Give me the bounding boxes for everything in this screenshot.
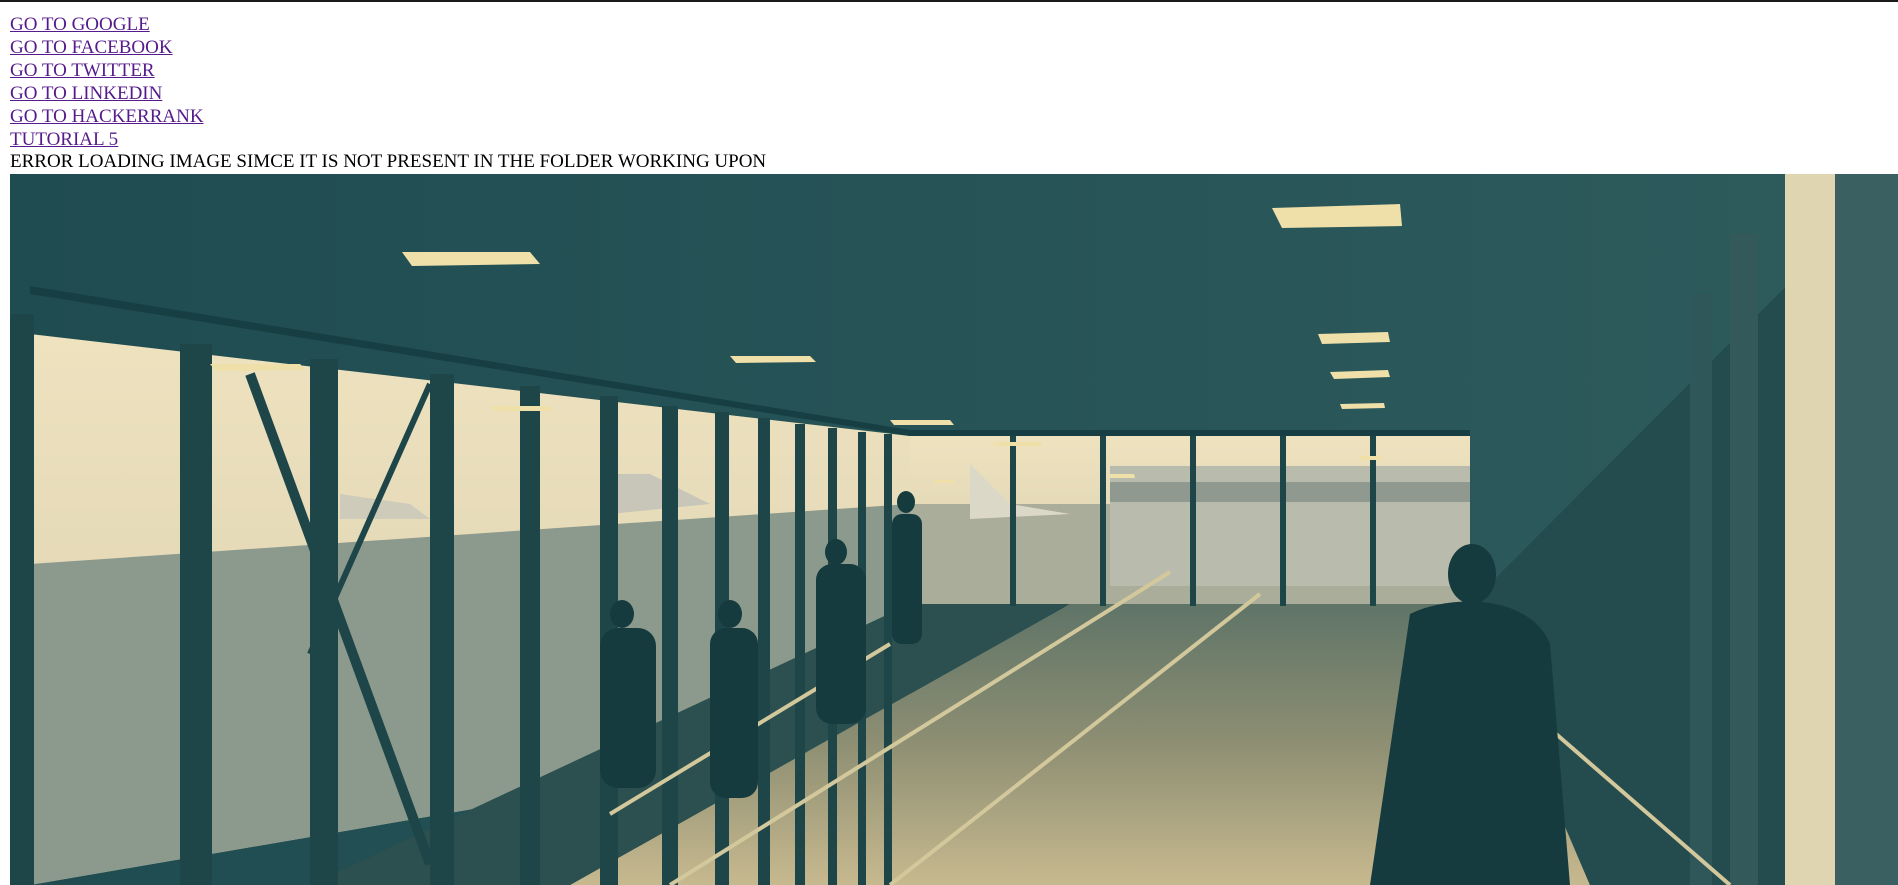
link-hackerrank[interactable]: GO TO HACKERRANK	[10, 105, 204, 128]
link-twitter[interactable]: GO TO TWITTER	[10, 59, 204, 82]
link-list: GO TO GOOGLE GO TO FACEBOOK GO TO TWITTE…	[10, 13, 204, 151]
link-linkedin[interactable]: GO TO LINKEDIN	[10, 82, 204, 105]
link-google[interactable]: GO TO GOOGLE	[10, 13, 204, 36]
top-border	[0, 0, 1898, 2]
link-tutorial-5[interactable]: TUTORIAL 5	[10, 128, 204, 151]
airport-walkway-photo	[10, 174, 1898, 885]
broken-image-alt-label: ERROR LOADING IMAGE SIMCE IT IS NOT PRES…	[10, 151, 767, 172]
link-facebook[interactable]: GO TO FACEBOOK	[10, 36, 204, 59]
broken-image-alt-text: ERROR LOADING IMAGE SIMCE IT IS NOT PRES…	[10, 150, 766, 173]
